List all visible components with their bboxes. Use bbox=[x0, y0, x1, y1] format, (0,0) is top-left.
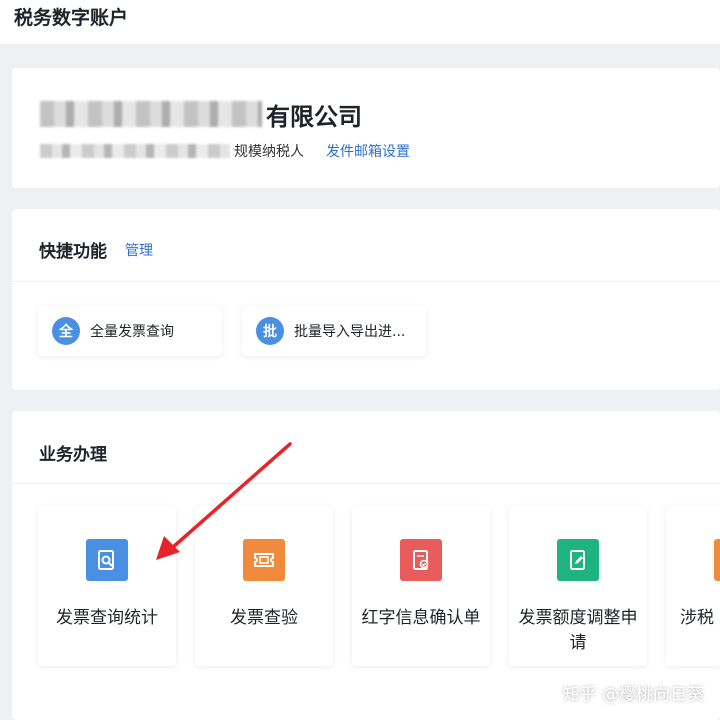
tile-invoice-quota-adjust[interactable]: 发票额度调整申请 bbox=[509, 506, 647, 666]
tax-icon bbox=[714, 539, 720, 581]
top-bar: 税务数字账户 bbox=[0, 0, 720, 44]
tile-label: 发票查验 bbox=[230, 608, 298, 628]
badge-icon: 批 bbox=[256, 317, 284, 345]
tile-invoice-verify[interactable]: 发票查验 bbox=[195, 506, 333, 666]
mail-setting-link[interactable]: 发件邮箱设置 bbox=[326, 141, 410, 161]
quick-item-label: 批量导入导出进... bbox=[294, 324, 406, 340]
company-card: 有限公司 规模纳税人 发件邮箱设置 bbox=[12, 68, 720, 188]
divider bbox=[12, 281, 720, 282]
tile-label: 涉税 bbox=[680, 608, 714, 628]
redacted-tax-id-block bbox=[40, 144, 230, 158]
manage-link[interactable]: 管理 bbox=[125, 240, 153, 260]
quick-item-batch-import-export[interactable]: 批 批量导入导出进... bbox=[242, 306, 426, 356]
tile-invoice-query-stats[interactable]: 发票查询统计 bbox=[38, 506, 176, 666]
badge-icon: 全 bbox=[52, 317, 80, 345]
company-subline: 规模纳税人 发件邮箱设置 bbox=[40, 140, 410, 162]
document-check-icon bbox=[400, 539, 442, 581]
business-card: 业务办理 发票查询统计 发票查验 红字信息确认单 发票额度调整申请 涉税 bbox=[12, 411, 720, 720]
company-name-text: 有限公司 bbox=[266, 102, 362, 131]
quick-item-full-invoice-query[interactable]: 全 全量发票查询 bbox=[38, 306, 222, 356]
company-name: 有限公司 bbox=[40, 98, 362, 131]
edit-document-icon bbox=[557, 539, 599, 581]
redacted-name-block bbox=[40, 101, 262, 127]
tile-tax-related[interactable]: 涉税 bbox=[666, 506, 720, 666]
quick-functions-title: 快捷功能 bbox=[39, 242, 107, 262]
tile-red-letter-confirm[interactable]: 红字信息确认单 bbox=[352, 506, 490, 666]
quick-functions-card: 快捷功能 管理 全 全量发票查询 批 批量导入导出进... bbox=[12, 209, 720, 390]
tile-label: 发票额度调整申请 bbox=[518, 608, 638, 653]
business-title: 业务办理 bbox=[39, 445, 107, 465]
ticket-icon bbox=[243, 539, 285, 581]
page-title: 税务数字账户 bbox=[14, 7, 129, 29]
quick-item-label: 全量发票查询 bbox=[90, 324, 174, 340]
invoice-search-icon bbox=[86, 539, 128, 581]
taxpayer-type: 规模纳税人 bbox=[234, 144, 304, 160]
divider bbox=[12, 483, 720, 484]
tile-label: 红字信息确认单 bbox=[361, 608, 481, 628]
watermark: 知乎 @樱桃向日葵 bbox=[562, 685, 704, 705]
tile-label: 发票查询统计 bbox=[56, 608, 158, 628]
